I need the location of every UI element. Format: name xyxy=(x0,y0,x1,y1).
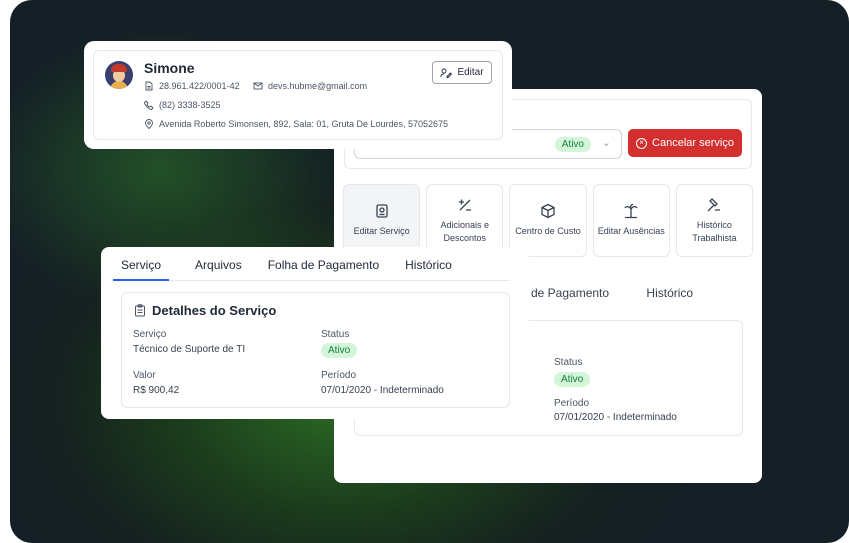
id-badge-icon xyxy=(375,204,388,218)
clipboard-icon xyxy=(135,304,145,317)
valor-label: Valor xyxy=(133,370,156,381)
tab-arquivos[interactable]: Arquivos xyxy=(195,247,242,281)
tab-historico[interactable]: Histórico xyxy=(405,247,452,281)
service-tabs: Serviço Arquivos Folha de Pagamento Hist… xyxy=(113,247,509,281)
tile-label: Centro de Custo xyxy=(515,226,581,236)
palm-tree-icon xyxy=(624,203,638,219)
period-label: Período xyxy=(554,398,590,409)
mail-icon xyxy=(253,82,263,90)
tab-folha-pagamento[interactable]: Folha de Pagamento xyxy=(268,247,379,281)
phone-line: (82) 3338-3525 xyxy=(144,100,221,110)
valor-value: R$ 900,42 xyxy=(133,385,180,396)
period-value: 07/01/2020 - Indeterminado xyxy=(554,412,677,423)
tile-work-history[interactable]: Histórico Trabalhista xyxy=(675,184,754,257)
user-edit-icon xyxy=(440,68,453,78)
plus-minus-icon xyxy=(458,199,471,211)
cnpj-text: 28.961.422/0001-42 xyxy=(159,81,240,91)
profile-inner: Simone 28.961.422/0001-42 devs.hubme@gma… xyxy=(93,50,503,140)
status-badge: Ativo xyxy=(321,343,358,358)
gavel-icon xyxy=(707,197,721,211)
tile-label: Adicionais e Descontos xyxy=(440,219,490,243)
details-title-text: Detalhes do Serviço xyxy=(152,303,277,318)
periodo-value: 07/01/2020 - Indeterminado xyxy=(321,385,444,396)
tile-edit-absences[interactable]: Editar Ausências xyxy=(592,184,670,257)
details-title: Detalhes do Serviço xyxy=(134,303,276,318)
email-text: devs.hubme@gmail.com xyxy=(268,81,368,91)
cancel-service-button[interactable]: × Cancelar serviço xyxy=(628,129,742,157)
tile-label: Editar Serviço xyxy=(353,226,410,236)
periodo-label: Período xyxy=(321,370,357,381)
tile-label: Histórico Trabalhista xyxy=(692,219,737,243)
avatar xyxy=(105,61,133,89)
status-badge: Ativo xyxy=(554,372,591,387)
tab-payroll-partial[interactable]: de Pagamento xyxy=(531,286,609,300)
profile-card: Simone 28.961.422/0001-42 devs.hubme@gma… xyxy=(84,41,512,149)
back-tabs: de Pagamento Histórico xyxy=(531,286,727,300)
phone-text: (82) 3338-3525 xyxy=(159,100,221,110)
address-line: Avenida Roberto Simonsen, 892, Sala: 01,… xyxy=(144,119,448,129)
tile-label: Editar Ausências xyxy=(597,226,665,236)
email-line: devs.hubme@gmail.com xyxy=(253,81,367,91)
tab-servico[interactable]: Serviço xyxy=(113,247,170,281)
status-label: Status xyxy=(321,329,350,340)
location-pin-icon xyxy=(145,119,153,129)
address-text: Avenida Roberto Simonsen, 892, Sala: 01,… xyxy=(159,119,449,129)
cnpj-line: 28.961.422/0001-42 xyxy=(144,81,240,91)
box-icon xyxy=(541,203,555,219)
edit-profile-button[interactable]: Editar xyxy=(432,61,492,84)
service-card: Serviço Arquivos Folha de Pagamento Hist… xyxy=(101,247,529,419)
document-icon xyxy=(145,81,153,91)
servico-label: Serviço xyxy=(133,329,167,340)
service-details-box: Detalhes do Serviço Serviço Técnico de S… xyxy=(121,292,510,408)
profile-name: Simone xyxy=(144,60,195,76)
close-circle-icon: × xyxy=(636,137,648,149)
status-label: Status xyxy=(554,357,583,368)
cancel-service-label: Cancelar serviço xyxy=(652,137,734,149)
tab-history-back[interactable]: Histórico xyxy=(646,286,693,300)
servico-value: Técnico de Suporte de TI xyxy=(133,344,246,355)
edit-label: Editar xyxy=(457,67,484,78)
phone-icon xyxy=(144,100,154,110)
status-badge: Ativo xyxy=(554,137,591,152)
chevron-down-icon: ⌄ xyxy=(601,137,611,149)
